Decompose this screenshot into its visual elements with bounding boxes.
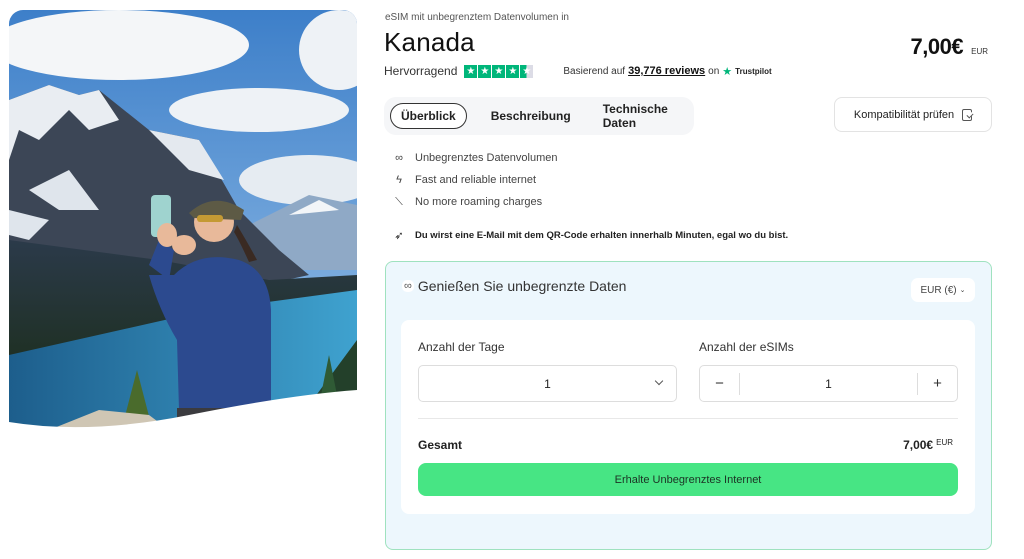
tab-technical-data[interactable]: Technische Daten <box>591 96 694 136</box>
divider <box>418 418 958 419</box>
trustpilot-star-icon: ★ <box>722 65 733 78</box>
half-star-icon: ★ <box>520 64 534 78</box>
get-unlimited-internet-button[interactable]: Erhalte Unbegrenztes Internet <box>418 463 958 496</box>
increment-button[interactable]: + <box>918 366 957 401</box>
feature-text: Unbegrenztes Datenvolumen <box>415 152 558 164</box>
feature-text: No more roaming charges <box>415 196 543 208</box>
delivery-notice: ➶ Du wirst eine E-Mail mit dem QR-Code e… <box>392 229 788 242</box>
esims-quantity-stepper: − 1 + <box>699 365 958 402</box>
cloud <box>169 88 349 132</box>
days-label: Anzahl der Tage <box>418 340 505 354</box>
hero-image <box>9 10 357 430</box>
esims-value[interactable]: 1 <box>739 372 918 395</box>
tab-bar: Überblick Beschreibung Technische Daten <box>384 97 694 135</box>
star-icon: ★ <box>492 64 506 78</box>
on-label: on <box>708 65 720 77</box>
feature-text: Fast and reliable internet <box>415 174 537 186</box>
plan-heading-text: Genießen Sie unbegrenzte Daten <box>417 278 627 294</box>
infinity-icon: ∞ <box>395 152 403 164</box>
price-currency: EUR <box>971 47 988 56</box>
landscape-illustration <box>9 10 357 430</box>
star-icon: ★ <box>506 64 520 78</box>
chevron-down-icon: ⌄ <box>959 287 966 294</box>
plan-config: Anzahl der Tage Anzahl der eSIMs 1 − 1 +… <box>401 320 975 514</box>
feature-item: ⟍ No more roaming charges <box>392 191 557 213</box>
tab-description[interactable]: Beschreibung <box>479 103 583 129</box>
rocket-icon: ➶ <box>394 230 404 242</box>
decrement-button[interactable]: − <box>700 366 739 401</box>
trustpilot-stars: ★ ★ ★ ★ ★ <box>464 64 534 78</box>
feature-item: ϟ Fast and reliable internet <box>392 169 557 191</box>
rating-word: Hervorragend <box>384 64 458 78</box>
compat-label: Kompatibilität prüfen <box>853 108 955 121</box>
reviews-link[interactable]: 39,776 reviews <box>628 65 705 77</box>
product-kicker: eSIM mit unbegrenztem Datenvolumen in <box>385 12 569 23</box>
days-select[interactable]: 1 <box>418 365 677 402</box>
feature-list: ∞ Unbegrenztes Datenvolumen ϟ Fast and r… <box>392 147 557 213</box>
reviews-summary: Basierend auf 39,776 reviews on ★ Trustp… <box>563 65 771 78</box>
plan-card: ∞ Genießen Sie unbegrenzte Daten EUR (€)… <box>385 261 992 550</box>
total-amount: 7,00€ <box>903 438 934 452</box>
total-price: 7,00€ EUR <box>903 438 953 452</box>
no-roaming-icon: ⟍ <box>395 195 403 208</box>
based-on-label: Basierend auf <box>563 65 626 77</box>
tab-overview[interactable]: Überblick <box>390 103 467 129</box>
price-amount: 7,00€ <box>910 34 964 59</box>
rating-row: Hervorragend ★ ★ ★ ★ ★ Basierend auf 39,… <box>384 64 772 78</box>
phone-check-icon <box>962 108 973 121</box>
price-display: 7,00€ EUR <box>911 34 988 60</box>
plan-heading: ∞ Genießen Sie unbegrenzte Daten <box>402 278 626 294</box>
trustpilot-logo: Trustpilot <box>735 66 772 76</box>
infinity-icon: ∞ <box>402 280 414 292</box>
star-icon: ★ <box>478 64 492 78</box>
esims-label: Anzahl der eSIMs <box>699 340 794 354</box>
chevron-down-icon <box>654 376 664 386</box>
days-value: 1 <box>544 376 551 391</box>
currency-select-value: EUR (€) <box>920 284 957 296</box>
star-icon: ★ <box>464 64 478 78</box>
notice-text: Du wirst eine E-Mail mit dem QR-Code erh… <box>415 230 789 241</box>
lightning-icon: ϟ <box>396 174 402 186</box>
currency-select[interactable]: EUR (€) ⌄ <box>911 278 975 302</box>
product-panel: eSIM mit unbegrenztem Datenvolumen in Ka… <box>384 0 994 559</box>
check-compatibility-button[interactable]: Kompatibilität prüfen <box>834 97 992 132</box>
page-title: Kanada <box>384 27 475 57</box>
total-currency: EUR <box>936 438 953 447</box>
feature-item: ∞ Unbegrenztes Datenvolumen <box>392 147 557 169</box>
total-label: Gesamt <box>418 438 463 452</box>
